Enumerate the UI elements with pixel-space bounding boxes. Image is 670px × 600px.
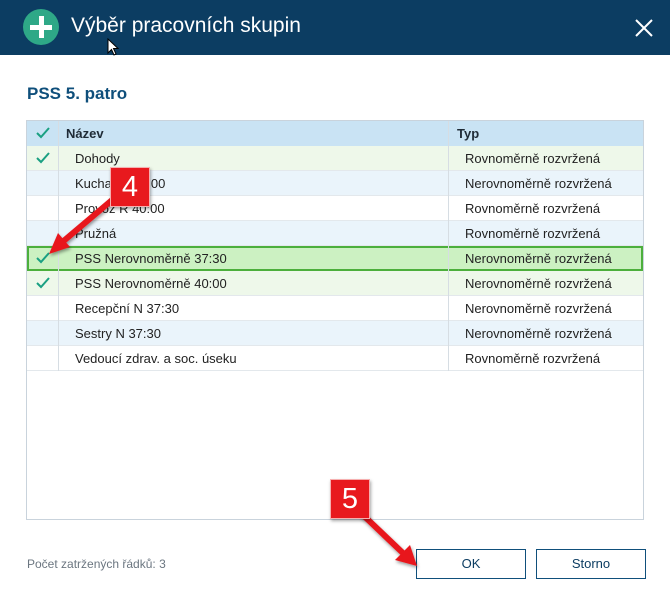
check-icon — [36, 252, 50, 264]
table-row[interactable]: Sestry N 37:30 Nerovnoměrně rozvržená — [27, 321, 643, 346]
table-row[interactable]: Vedoucí zdrav. a soc. úseku Rovnoměrně ro… — [27, 346, 643, 371]
cell-name: PSS Nerovnoměrně 37:30 — [59, 246, 449, 271]
cell-type: Nerovnoměrně rozvržená — [465, 276, 612, 291]
row-checkbox[interactable] — [27, 271, 59, 296]
row-checkbox[interactable] — [27, 246, 59, 271]
check-icon — [36, 152, 50, 164]
add-icon — [23, 9, 59, 45]
mouse-cursor-icon — [107, 38, 120, 56]
step-5-badge: 5 — [330, 479, 370, 519]
row-checkbox[interactable] — [27, 196, 59, 221]
column-header-name[interactable]: Název — [59, 121, 449, 146]
row-checkbox[interactable] — [27, 346, 59, 371]
close-icon — [635, 19, 653, 37]
cell-name: Pružná — [59, 221, 449, 246]
title-bar: Výběr pracovních skupin — [0, 0, 670, 55]
window-title: Výběr pracovních skupin — [71, 14, 301, 37]
table-row[interactable]: PSS Nerovnoměrně 37:30 Nerovnoměrně rozvr… — [27, 246, 643, 271]
cell-type: Nerovnoměrně rozvržená — [465, 176, 612, 191]
check-icon — [36, 277, 50, 289]
row-checkbox[interactable] — [27, 221, 59, 246]
cell-type: Rovnoměrně rozvržená — [465, 351, 601, 366]
cell-type: Nerovnoměrně rozvržená — [465, 301, 612, 316]
cell-type: Rovnoměrně rozvržená — [465, 201, 601, 216]
section-title: PSS 5. patro — [27, 84, 128, 103]
cell-type: Rovnoměrně rozvržená — [465, 226, 601, 241]
cell-name: Recepční N 37:30 — [59, 296, 449, 321]
cell-type: Nerovnoměrně rozvržená — [465, 326, 612, 341]
checked-rows-count: Počet zatržených řádků: 3 — [27, 557, 166, 571]
table-header-row: Název Typ — [27, 121, 643, 147]
column-header-type[interactable]: Typ — [449, 121, 643, 146]
cell-name: Sestry N 37:30 — [59, 321, 449, 346]
ok-button[interactable]: OK — [416, 549, 526, 579]
cell-type: Nerovnoměrně rozvržená — [465, 251, 612, 266]
row-checkbox[interactable] — [27, 171, 59, 196]
row-checkbox[interactable] — [27, 296, 59, 321]
row-checkbox[interactable] — [27, 146, 59, 171]
row-checkbox[interactable] — [27, 321, 59, 346]
step-4-badge: 4 — [110, 167, 150, 207]
cell-name: PSS Nerovnoměrně 40:00 — [59, 271, 449, 296]
arrow-to-ok-icon — [360, 512, 417, 566]
cell-name: Vedoucí zdrav. a soc. úseku — [59, 346, 449, 371]
close-button[interactable] — [628, 12, 660, 44]
cell-type: Rovnoměrně rozvržená — [465, 151, 601, 166]
select-all-checkbox[interactable] — [27, 121, 59, 146]
check-icon — [36, 127, 50, 139]
table-row[interactable]: Recepční N 37:30 Nerovnoměrně rozvržená — [27, 296, 643, 321]
table-row[interactable]: Pružná Rovnoměrně rozvržená — [27, 221, 643, 246]
table-row[interactable]: PSS Nerovnoměrně 40:00 Nerovnoměrně rozvr… — [27, 271, 643, 296]
cancel-button[interactable]: Storno — [536, 549, 646, 579]
